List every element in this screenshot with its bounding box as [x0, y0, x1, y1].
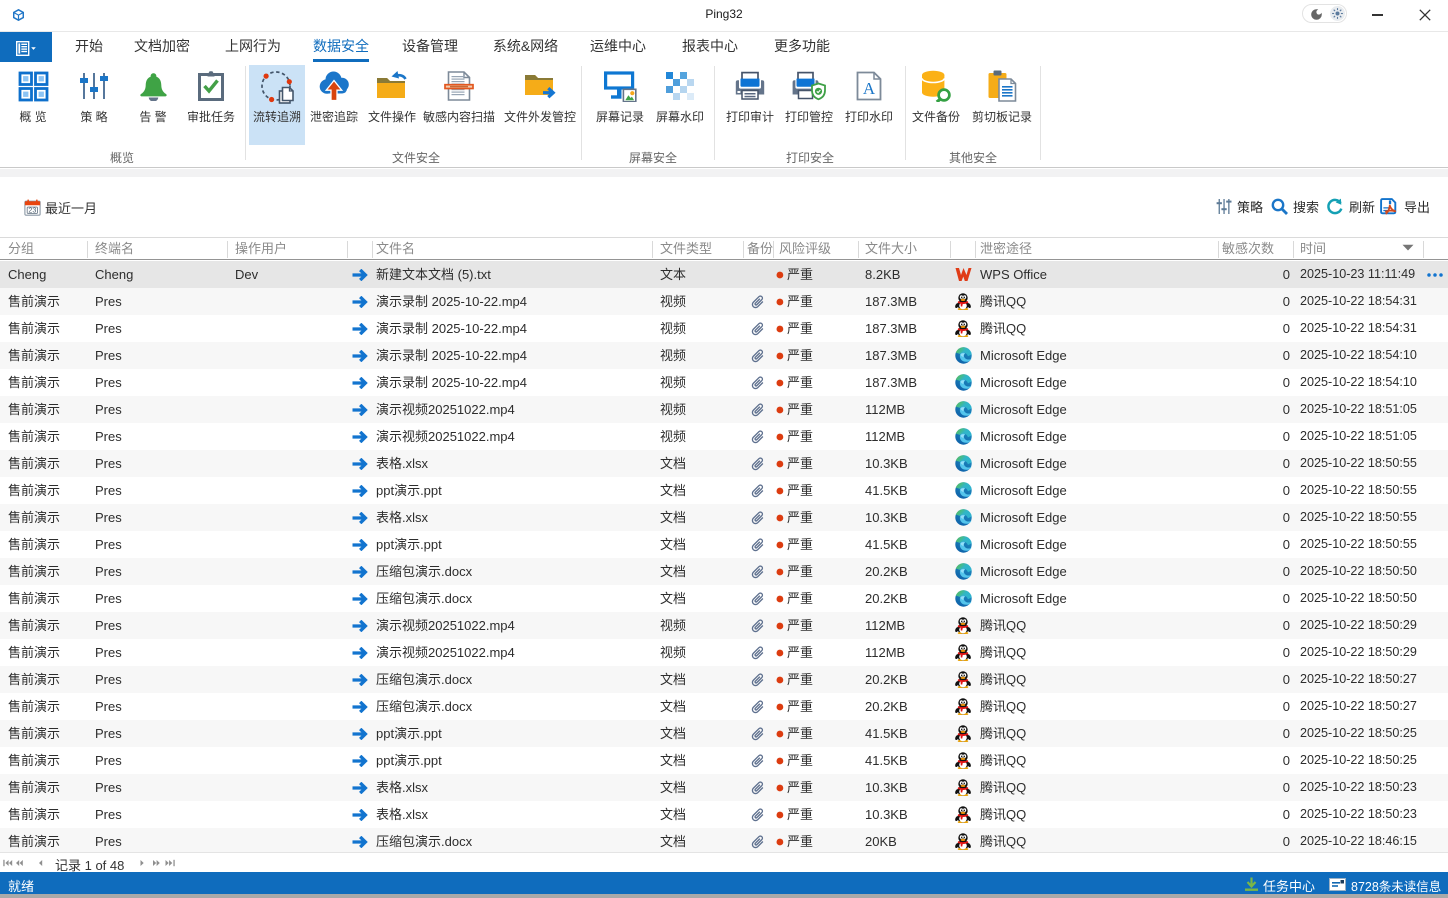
svg-text:23: 23: [28, 205, 36, 214]
svg-text:A: A: [863, 79, 876, 98]
